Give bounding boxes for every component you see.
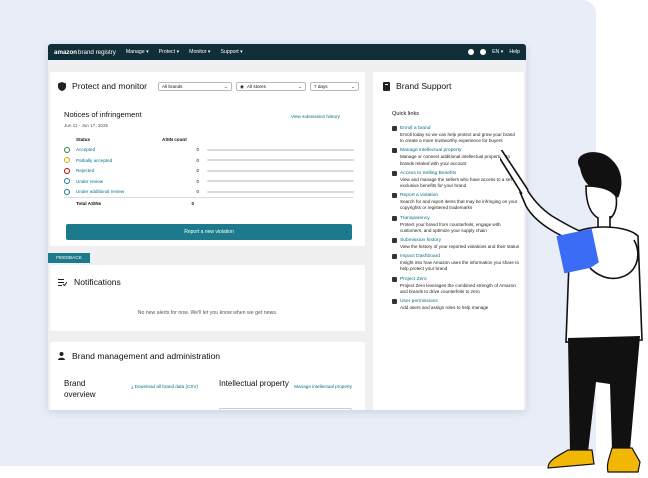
notices-table: Status ASIN count Accepted 0 Partially acc… [64,134,354,209]
status-label-link[interactable]: Rejected [76,168,179,173]
status-label-link[interactable]: Under review [76,179,179,184]
top-menu: Manage ▾ Protect ▾ Monitor ▾ Support ▾ [126,49,243,55]
protect-monitor-card: Protect and monitor All brands ⌄ ◉ All sto… [50,72,365,246]
asin-count: 0 [196,157,200,163]
quick-link-item: Enroll a brand Enroll today so we can hel… [392,126,520,144]
table-row: Partially accepted 0 [64,155,354,166]
top-right-controls: EN ▾ Help [468,49,520,55]
menu-manage[interactable]: Manage ▾ [126,49,149,55]
quick-link-icon [392,299,397,305]
asin-count: 0 [196,168,200,174]
quick-link-icon [392,215,397,221]
notifications-title: Notifications [74,277,121,287]
compass-icon[interactable] [468,49,475,55]
language-selector[interactable]: EN ▾ [492,49,503,55]
shield-icon [58,81,66,91]
brand-management-title: Brand management and administration [72,351,221,361]
quick-link-description: Enroll today so we can help protect and … [400,132,515,144]
asin-count: 0 [196,189,200,195]
count-bar [207,190,354,193]
quick-links-label: Quick links [392,111,420,117]
status-icon [64,188,70,195]
gear-icon[interactable] [480,49,487,55]
count-bar [207,180,354,183]
globe-icon: ◉ [240,83,245,89]
stores-select[interactable]: ◉ All stores ⌄ [236,82,306,91]
help-link[interactable]: Help [509,49,520,55]
status-label-link[interactable]: Partially accepted [76,158,179,163]
person-with-tablet-illustration [500,150,643,473]
menu-monitor[interactable]: Monitor ▾ [189,49,210,55]
status-label-link[interactable]: Under additional review [76,189,179,194]
book-icon [383,81,390,91]
status-icon [64,178,70,185]
view-submission-history-link[interactable]: View submission history [291,114,340,119]
count-bar [207,159,354,162]
person-icon [58,352,65,360]
chevron-down-icon: ⌄ [351,83,355,89]
protect-monitor-title: Protect and monitor [72,81,147,91]
brand-support-title: Brand Support [396,81,452,91]
notification-list-icon [58,278,67,286]
quick-link-icon [392,170,397,176]
report-violation-button[interactable]: Report a new violation [66,224,352,240]
table-row: Under review 0 [64,176,354,187]
quick-link-icon [392,193,397,199]
brands-select[interactable]: All brands ⌄ [158,82,232,91]
brand-registry-logo[interactable]: amazon brand registry [54,49,116,56]
feedback-tab[interactable]: FEEDBACK [48,253,90,263]
notifications-card: Notifications No new alerts for now. We'… [50,265,365,331]
quick-link-icon [392,276,397,282]
brand-overview-title: Brand overview [64,379,96,399]
status-label-link[interactable]: Accepted [76,147,179,152]
top-nav-bar: amazon brand registry Manage ▾ Protect ▾… [48,44,526,60]
table-row: Rejected 0 [64,166,354,177]
brand-management-card: Brand management and administration Bran… [50,342,365,410]
total-row: Total ASINs 0 [64,197,354,209]
chevron-down-icon: ⌄ [298,83,302,89]
quick-link-icon [392,238,397,244]
date-range: Jun 11 - Jun 17, 2025 [64,123,109,128]
asin-count: 0 [196,147,200,153]
status-icon [64,167,70,174]
chevron-down-icon: ⌄ [224,83,228,89]
quick-link-icon [392,254,397,260]
count-bar [207,169,354,172]
ip-title: Intellectual property [219,379,289,388]
download-brand-data-link[interactable]: ⤓ Download all brand data (CSV) [120,384,198,390]
table-row: Under additional review 0 [64,187,354,198]
count-bar [207,148,354,151]
table-header: Status ASIN count [76,136,187,142]
brand-registry-window: amazon brand registry Manage ▾ Protect ▾… [48,44,526,410]
notifications-empty-message: No new alerts for now. We'll let you kno… [137,310,278,316]
quick-link-icon [392,148,397,154]
ip-search-box[interactable] [219,408,352,410]
days-select[interactable]: 7 days ⌄ [310,82,359,91]
quick-link-title[interactable]: Enroll a brand [392,126,520,131]
menu-support[interactable]: Support ▾ [221,49,243,55]
table-row: Accepted 0 [64,145,354,156]
notices-title: Notices of infringement [64,110,142,119]
menu-protect[interactable]: Protect ▾ [159,49,179,55]
manage-ip-link[interactable]: Manage intellectual property [290,384,352,390]
asin-count: 0 [196,178,200,184]
status-icon [64,157,70,164]
status-icon [64,146,70,153]
quick-link-icon [392,126,397,131]
